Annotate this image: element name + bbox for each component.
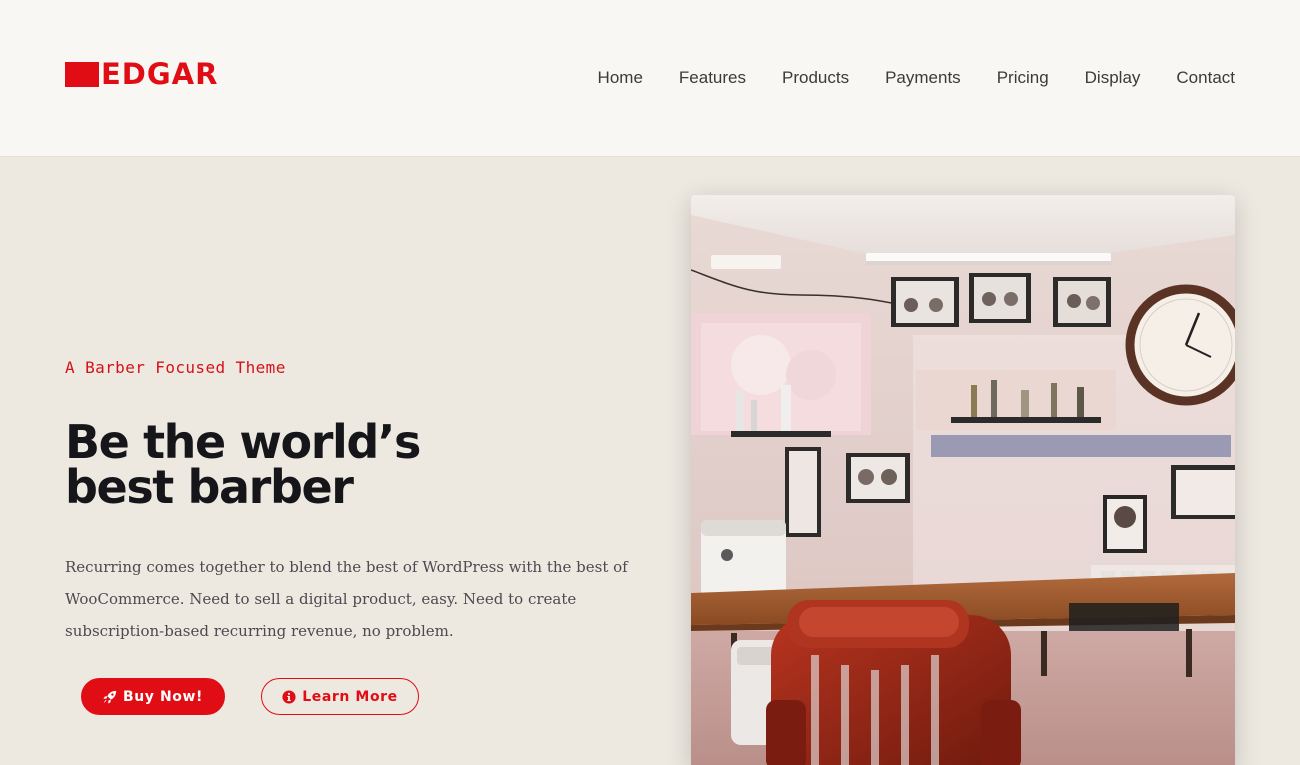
logo[interactable]: EDGAR <box>65 57 219 91</box>
nav-display[interactable]: Display <box>1085 66 1141 90</box>
nav-payments[interactable]: Payments <box>885 66 961 90</box>
nav-pricing[interactable]: Pricing <box>997 66 1049 90</box>
logo-text: EDGAR <box>101 57 219 91</box>
hero-description: Recurring comes together to blend the be… <box>65 558 628 640</box>
nav-home[interactable]: Home <box>598 66 643 90</box>
buy-now-label: Buy Now! <box>122 688 204 705</box>
logo-mark <box>65 61 99 87</box>
barbershop-photo <box>691 195 1235 765</box>
hero-headline: Be the world’s best barber <box>65 419 585 510</box>
info-icon <box>282 689 296 704</box>
rocket-icon <box>103 690 117 704</box>
buy-now-button[interactable]: Buy Now! <box>81 678 225 715</box>
learn-more-button[interactable]: Learn More <box>261 678 419 715</box>
main-nav: Home Features Products Payments Pricing … <box>562 66 1235 90</box>
headline-line-2: best barber <box>65 460 354 514</box>
nav-contact[interactable]: Contact <box>1176 66 1235 90</box>
hero-kicker: A Barber Focused Theme <box>65 358 286 377</box>
site-header: EDGAR Home Features Products Payments Pr… <box>0 0 1300 157</box>
learn-more-label: Learn More <box>302 688 398 705</box>
nav-features[interactable]: Features <box>679 66 746 90</box>
nav-products[interactable]: Products <box>782 66 849 90</box>
